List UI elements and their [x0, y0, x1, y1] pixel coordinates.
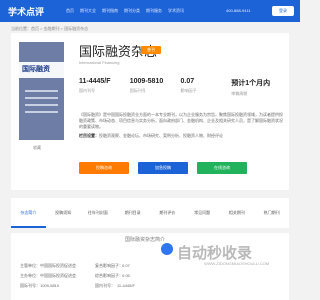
top-nav-bar: 学术点评 首页 期刊大全 期刊指南 期刊分类 期刊服务 学术资讯 400-888… [0, 0, 300, 22]
stat-label: 国内刊号 [79, 88, 95, 93]
stat-impact-factor: 0.07 影响因子 [181, 78, 232, 101]
stat-label: 审稿周期 [231, 91, 248, 96]
nav-item-services[interactable]: 期刊服务 [146, 8, 162, 14]
nav-item-guide[interactable]: 期刊指南 [102, 8, 118, 14]
detail-tabs: 杂志简介 投稿须知 往年刊封面 期刊目录 期刊评价 常见问题 相关期刊 热门期刊 [11, 198, 289, 228]
stat-label: 国际刊号 [129, 88, 146, 93]
info-sponsor-value: 中国国际投资促进会 [40, 263, 76, 268]
action-buttons: 投稿咨询 加急投稿 在线咨询 [79, 162, 247, 174]
tab-related[interactable]: 相关期刊 [220, 198, 255, 228]
login-button[interactable]: 登录 [272, 6, 294, 16]
journal-cover-image: 国际融资 [19, 42, 64, 140]
info-issn-value: 1009-5810 [40, 283, 60, 288]
stat-value: 11-4445/F [79, 78, 111, 85]
info-cn-value: 11-4445/F [117, 283, 135, 288]
stat-value: 预计1个月内 [231, 80, 271, 87]
nav-item-news[interactable]: 学术资讯 [168, 8, 184, 14]
site-logo[interactable]: 学术点评 [8, 5, 44, 18]
cover-decor-line [25, 111, 58, 113]
watermark-text: 自动秒收录 [177, 244, 253, 262]
info-host-label: 主办单位： [20, 273, 40, 278]
cover-decor-line [25, 90, 58, 92]
tab-intro[interactable]: 杂志简介 [11, 198, 46, 228]
cover-decor-line [25, 104, 58, 106]
journal-stats: 11-4445/F 国内刊号 1009-5810 国际刊号 0.07 影响因子 … [79, 78, 282, 101]
stat-issn: 1009-5810 国际刊号 [130, 78, 181, 101]
columns-list: 投融资观察、金融论坛、市场研究、案例分析、投融资人物、财经评论 [99, 133, 223, 138]
tab-evaluation[interactable]: 期刊评价 [150, 198, 185, 228]
nav-item-journals[interactable]: 期刊大全 [80, 8, 96, 14]
journal-type-badge: 普刊 [141, 46, 161, 54]
info-composite-if-label: 复合影响因子： [95, 263, 123, 268]
info-host-value: 中国国际投资促进会 [40, 273, 76, 278]
info-cn-label: 国内刊号： [95, 283, 115, 288]
info-issn-label: 国际刊号： [20, 283, 40, 288]
info-overall-if-value: 0.05 [122, 273, 130, 278]
watermark-logo-icon [161, 243, 173, 255]
favorite-link[interactable]: 收藏 [33, 145, 41, 151]
breadcrumb: 当前位置：首页 > 金融期刊 > 国际融资杂志 [11, 26, 89, 31]
cover-title: 国际融资 [22, 64, 50, 73]
stat-cn-number: 11-4445/F 国内刊号 [79, 78, 130, 101]
stat-label: 影响因子 [180, 88, 197, 93]
tab-past-covers[interactable]: 往年刊封面 [81, 198, 116, 228]
submit-consult-button[interactable]: 投稿咨询 [79, 162, 129, 174]
main-nav: 首页 期刊大全 期刊指南 期刊分类 期刊服务 学术资讯 [66, 8, 184, 14]
tab-faq[interactable]: 常见问题 [185, 198, 220, 228]
cover-decor-line [25, 97, 58, 99]
online-consult-button[interactable]: 在线咨询 [197, 162, 247, 174]
info-sponsor-label: 主管单位： [20, 263, 40, 268]
stat-review-cycle: 预计1个月内 审稿周期 [231, 78, 282, 101]
columns-label: 栏目设置： [79, 133, 99, 138]
section-title: 国际融资杂志简介 [125, 237, 166, 243]
nav-item-home[interactable]: 首页 [66, 8, 74, 14]
journal-columns: 栏目设置：投融资观察、金融论坛、市场研究、案例分析、投融资人物、财经评论 [79, 133, 223, 139]
journal-english-name: International Financing [79, 60, 120, 65]
tab-contents[interactable]: 期刊目录 [115, 198, 150, 228]
tab-popular[interactable]: 热门期刊 [254, 198, 289, 228]
tab-submission-notes[interactable]: 投稿须知 [46, 198, 81, 228]
nav-item-categories[interactable]: 期刊分类 [124, 8, 140, 14]
urgent-submit-button[interactable]: 加急投稿 [138, 162, 188, 174]
info-overall-if-label: 综合影响因子： [95, 273, 123, 278]
watermark-url: WWW.ZIDONGMIAOSHOULU.COM [204, 261, 270, 266]
info-composite-if-value: 0.07 [122, 263, 130, 268]
journal-description: 《国际融资》是中国国际投融资业方面的一本专业期刊，以为企业服务为宗旨，聚焦国际投… [79, 112, 283, 129]
stat-value: 0.07 [180, 78, 195, 85]
hotline-phone: 400-888-9411 [226, 8, 251, 13]
stat-value: 1009-5810 [129, 78, 164, 85]
